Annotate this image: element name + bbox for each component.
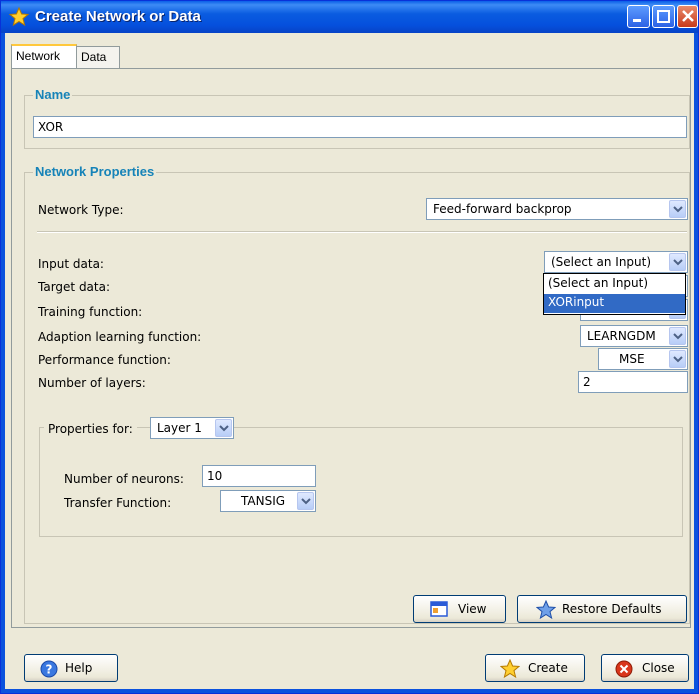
title-bar[interactable]: Create Network or Data xyxy=(1,1,698,33)
network-name-input[interactable]: XOR xyxy=(33,116,687,138)
tab-network-label: Network xyxy=(16,49,61,63)
tab-network[interactable]: Network xyxy=(11,44,77,68)
input-data-value: (Select an Input) xyxy=(551,255,652,269)
star-icon xyxy=(9,7,29,27)
close-button-label: Close xyxy=(642,661,675,675)
window-border-bottom xyxy=(1,689,698,693)
minimize-button[interactable] xyxy=(627,5,650,28)
network-properties-group: Network Properties xyxy=(24,164,690,624)
input-data-select[interactable]: (Select an Input) xyxy=(544,251,688,273)
network-properties-title: Network Properties xyxy=(33,164,157,179)
close-circle-icon xyxy=(615,660,633,678)
help-button[interactable]: ? Help xyxy=(24,654,118,682)
number-of-neurons-input[interactable]: 10 xyxy=(202,465,316,487)
network-type-label: Network Type: xyxy=(38,203,124,217)
performance-function-value: MSE xyxy=(619,352,645,366)
performance-function-select[interactable]: MSE xyxy=(598,348,688,370)
chevron-down-icon[interactable] xyxy=(215,419,232,437)
star-icon xyxy=(536,600,556,620)
layer-select[interactable]: Layer 1 xyxy=(150,417,234,439)
chevron-down-icon[interactable] xyxy=(669,350,686,368)
properties-for-label: Properties for: xyxy=(44,422,137,436)
layer-select-value: Layer 1 xyxy=(157,421,202,435)
chevron-down-icon[interactable] xyxy=(669,253,686,271)
view-button-label: View xyxy=(458,602,487,616)
tab-data[interactable]: Data xyxy=(76,46,120,68)
chevron-down-icon[interactable] xyxy=(669,327,686,345)
restore-defaults-button[interactable]: Restore Defaults xyxy=(517,595,687,623)
dropdown-option-select-input[interactable]: (Select an Input) xyxy=(544,275,685,294)
network-type-value: Feed-forward backprop xyxy=(433,202,572,216)
window-icon xyxy=(430,601,448,617)
dropdown-option-xorinput[interactable]: XORinput xyxy=(544,294,685,313)
restore-defaults-label: Restore Defaults xyxy=(562,602,662,616)
network-tab-panel: Name XOR Network Properties Network Type… xyxy=(11,68,691,628)
input-data-dropdown-list: (Select an Input) XORinput xyxy=(543,273,686,315)
close-icon xyxy=(682,10,694,22)
minimize-icon xyxy=(633,19,641,22)
number-of-layers-input[interactable]: 2 xyxy=(578,371,688,393)
adaption-function-select[interactable]: LEARNGDM xyxy=(580,325,688,347)
target-data-label: Target data: xyxy=(38,280,111,294)
create-network-window: Create Network or Data Network Data Name… xyxy=(0,0,699,694)
help-icon: ? xyxy=(40,660,58,678)
tab-data-label: Data xyxy=(81,50,107,64)
maximize-icon xyxy=(657,10,670,23)
close-button[interactable]: Close xyxy=(601,654,689,682)
adaption-function-value: LEARNGDM xyxy=(587,329,656,343)
transfer-function-value: TANSIG xyxy=(241,494,286,508)
view-button[interactable]: View xyxy=(413,595,506,623)
performance-function-label: Performance function: xyxy=(38,353,171,367)
close-window-button[interactable] xyxy=(677,5,698,28)
number-of-layers-label: Number of layers: xyxy=(38,376,146,390)
transfer-function-select[interactable]: TANSIG xyxy=(220,490,316,512)
window-border-left xyxy=(1,33,5,693)
window-title: Create Network or Data xyxy=(35,8,201,25)
chevron-down-icon[interactable] xyxy=(297,492,314,510)
network-type-select[interactable]: Feed-forward backprop xyxy=(426,198,688,220)
training-function-label: Training function: xyxy=(38,305,143,319)
input-data-label: Input data: xyxy=(38,257,104,271)
name-group-title: Name xyxy=(33,87,73,102)
divider xyxy=(37,231,687,233)
create-button[interactable]: Create xyxy=(485,654,585,682)
maximize-button[interactable] xyxy=(652,5,675,28)
star-icon xyxy=(500,659,520,679)
adaption-function-label: Adaption learning function: xyxy=(38,330,202,344)
transfer-function-label: Transfer Function: xyxy=(64,496,172,510)
window-border-right xyxy=(694,33,698,693)
number-of-neurons-label: Number of neurons: xyxy=(64,472,184,486)
help-button-label: Help xyxy=(65,661,93,675)
create-button-label: Create xyxy=(528,661,568,675)
chevron-down-icon[interactable] xyxy=(669,200,686,218)
svg-text:?: ? xyxy=(46,663,53,677)
